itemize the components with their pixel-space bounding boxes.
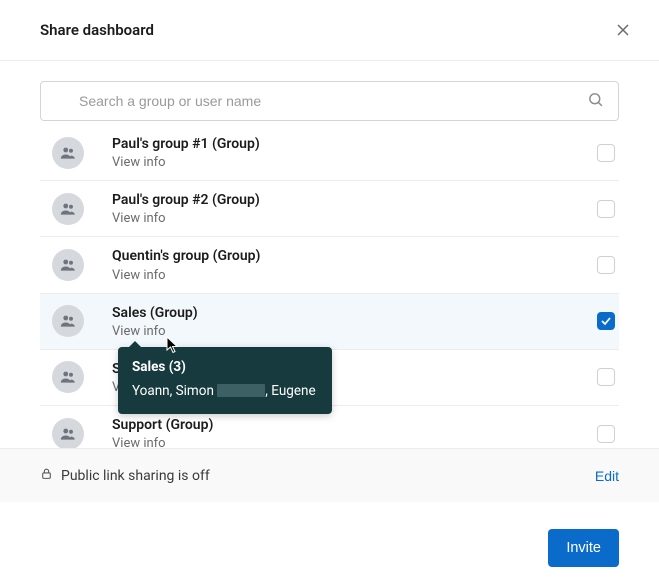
list-item-subtitle: View info — [112, 324, 597, 339]
search-icon — [587, 91, 604, 112]
people-icon — [59, 200, 77, 218]
redacted-name — [217, 384, 265, 397]
check-icon — [600, 315, 612, 327]
list-item-text: Quentin's group (Group) View info — [112, 247, 597, 282]
group-avatar — [52, 249, 84, 281]
public-link-text: Public link sharing is off — [61, 468, 210, 484]
tooltip-members-prefix: Yoann, Simon — [132, 383, 217, 399]
list-item-text: Support (Group) View info — [112, 416, 597, 449]
list-item[interactable]: Paul's group #2 (Group) View info — [40, 181, 619, 237]
search-wrapper — [40, 81, 619, 121]
edit-public-link-button[interactable]: Edit — [595, 468, 619, 484]
list-item-text: Sales (Group) View info — [112, 304, 597, 339]
select-checkbox[interactable] — [597, 256, 615, 274]
list-item-text: Paul's group #1 (Group) View info — [112, 135, 597, 170]
group-avatar — [52, 361, 84, 393]
people-icon — [59, 368, 77, 386]
list-item-title: Quentin's group (Group) — [112, 247, 597, 265]
tooltip-title: Sales (3) — [132, 357, 318, 377]
group-avatar — [52, 418, 84, 449]
tooltip-body: Yoann, Simon , Eugene — [132, 381, 318, 401]
list-item-text: Paul's group #2 (Group) View info — [112, 191, 597, 226]
close-button[interactable] — [611, 18, 635, 42]
list-item-title: Paul's group #1 (Group) — [112, 135, 597, 153]
close-icon — [615, 22, 631, 38]
action-bar: Invite — [548, 529, 619, 567]
select-checkbox[interactable] — [597, 425, 615, 443]
public-link-status: Public link sharing is off — [40, 467, 210, 484]
select-checkbox[interactable] — [597, 144, 615, 162]
people-icon — [59, 256, 77, 274]
group-avatar — [52, 305, 84, 337]
group-members-tooltip: Sales (3) Yoann, Simon , Eugene — [118, 347, 332, 414]
list-item-title: Sales (Group) — [112, 304, 597, 322]
people-icon — [59, 144, 77, 162]
list-item[interactable]: Quentin's group (Group) View info — [40, 237, 619, 293]
select-checkbox[interactable] — [597, 200, 615, 218]
lock-icon — [40, 467, 53, 484]
dialog-title: Share dashboard — [40, 21, 154, 39]
people-icon — [59, 312, 77, 330]
list-item-subtitle: View info — [112, 155, 597, 170]
people-icon — [59, 425, 77, 443]
list-item[interactable]: Paul's group #1 (Group) View info — [40, 125, 619, 181]
list-item-title: Support (Group) — [112, 416, 597, 434]
group-avatar — [52, 137, 84, 169]
list-item-title: Paul's group #2 (Group) — [112, 191, 597, 209]
list-item-subtitle: View info — [112, 268, 597, 283]
select-checkbox[interactable] — [597, 368, 615, 386]
list-item[interactable]: Sales (Group) View info — [40, 294, 619, 350]
list-item-subtitle: View info — [112, 211, 597, 226]
dialog-header: Share dashboard — [0, 0, 659, 61]
group-avatar — [52, 193, 84, 225]
invite-button[interactable]: Invite — [548, 529, 619, 567]
public-link-footer: Public link sharing is off Edit — [0, 448, 659, 502]
tooltip-members-suffix: , Eugene — [265, 383, 315, 399]
search-input[interactable] — [55, 93, 587, 109]
select-checkbox[interactable] — [597, 312, 615, 330]
